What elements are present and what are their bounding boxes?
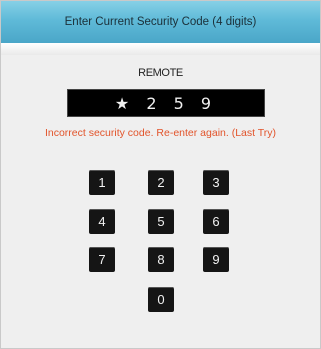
code-digits: ★ 2 5 9 xyxy=(114,93,218,113)
input-source-label: REMOTE xyxy=(138,67,183,79)
security-code-dialog: Enter Current Security Code (4 digits) R… xyxy=(0,0,321,349)
code-entry-display: ★ 2 5 9 xyxy=(67,89,265,117)
keypad-key-8[interactable]: 8 xyxy=(148,247,174,272)
keypad-key-2[interactable]: 2 xyxy=(148,170,174,195)
keypad-key-4[interactable]: 4 xyxy=(89,209,115,234)
keypad-key-0[interactable]: 0 xyxy=(148,287,174,312)
keypad-key-7[interactable]: 7 xyxy=(89,247,115,272)
title-bar: Enter Current Security Code (4 digits) xyxy=(1,1,320,44)
keypad-key-6[interactable]: 6 xyxy=(203,209,229,234)
keypad-key-9[interactable]: 9 xyxy=(203,247,229,272)
error-message: Incorrect security code. Re-enter again.… xyxy=(44,127,277,139)
dialog-title: Enter Current Security Code (4 digits) xyxy=(64,16,257,28)
keypad-key-3[interactable]: 3 xyxy=(203,170,229,195)
keypad-key-5[interactable]: 5 xyxy=(148,209,174,234)
keypad-key-1[interactable]: 1 xyxy=(89,170,115,195)
header-divider xyxy=(1,43,320,55)
